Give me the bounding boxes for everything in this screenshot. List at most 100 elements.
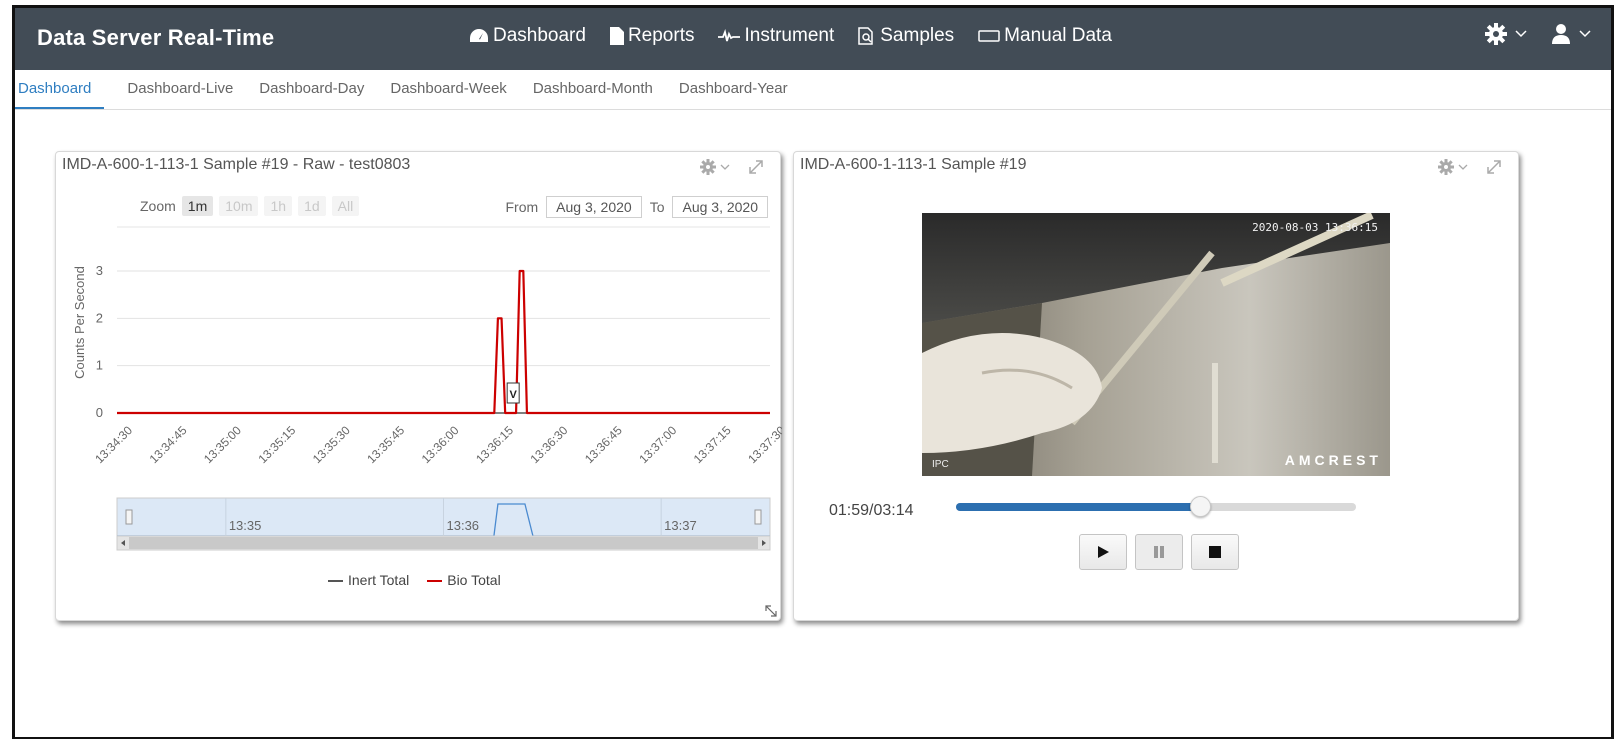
legend-item-inert[interactable]: Inert Total	[328, 572, 409, 588]
zoom-1d-button[interactable]: 1d	[298, 196, 326, 216]
nav-instrument[interactable]: Instrument	[718, 25, 834, 47]
gear-icon[interactable]	[1438, 159, 1468, 175]
user-icon	[1552, 24, 1570, 44]
y-tick-label: 3	[96, 263, 103, 278]
camera-footage-image	[922, 213, 1390, 476]
tab-dashboard-week[interactable]: Dashboard-Week	[377, 70, 519, 109]
zoom-1h-button[interactable]: 1h	[264, 196, 293, 216]
event-flag-label: V	[510, 389, 518, 401]
user-dropdown[interactable]	[1551, 23, 1591, 45]
video-player-frame[interactable]: 2020-08-03 13:36:15 IPC AMCREST	[922, 213, 1390, 476]
x-tick-label: 13:35:00	[201, 423, 244, 466]
video-controls	[1079, 534, 1239, 570]
gear-icon[interactable]	[700, 159, 730, 175]
navbar-right	[1485, 23, 1591, 45]
expand-icon[interactable]	[748, 159, 764, 175]
line-chart: 0 1 2 3 Counts Per Second 13:34:30 13:34:45 13:…	[72, 226, 782, 551]
resize-handle-icon[interactable]	[764, 604, 778, 618]
tab-dashboard-live[interactable]: Dashboard-Live	[114, 70, 246, 109]
gear-icon	[1485, 23, 1507, 45]
series-line-bio	[117, 269, 770, 415]
nav-samples[interactable]: Samples	[858, 25, 954, 47]
navigator-label: 13:36	[447, 518, 480, 533]
tab-dashboard-day[interactable]: Dashboard-Day	[246, 70, 377, 109]
video-seek-progress	[956, 503, 1200, 511]
expand-icon[interactable]	[1486, 159, 1502, 175]
dashboard-gauge-icon	[470, 29, 488, 42]
x-tick-label: 13:36:00	[419, 423, 462, 466]
tab-dashboard-month[interactable]: Dashboard-Month	[520, 70, 666, 109]
legend-label-bio: Bio Total	[447, 572, 501, 588]
top-navbar: Data Server Real-Time Dashboard Reports …	[15, 8, 1611, 70]
app-frame: Data Server Real-Time Dashboard Reports …	[12, 5, 1614, 739]
tab-dashboard-year[interactable]: Dashboard-Year	[666, 70, 801, 109]
app-title: Data Server Real-Time	[37, 25, 275, 50]
nav-manual-data-label: Manual Data	[1004, 25, 1112, 46]
nav-dashboard[interactable]: Dashboard	[469, 25, 586, 47]
chart-legend: Inert Total Bio Total	[328, 572, 501, 588]
x-tick-label: 13:37:30	[745, 423, 782, 466]
x-tick-label: 13:36:15	[473, 423, 516, 466]
tab-dashboard[interactable]: Dashboard	[15, 70, 105, 109]
chart-widget-title: IMD-A-600-1-113-1 Sample #19 - Raw - tes…	[62, 156, 411, 173]
x-tick-label: 13:37:00	[636, 423, 679, 466]
x-tick-label: 13:36:45	[582, 423, 625, 466]
video-ipc-overlay: IPC	[932, 459, 949, 470]
y-axis-label: Counts Per Second	[72, 266, 87, 379]
zoom-1m-button[interactable]: 1m	[181, 196, 214, 216]
y-tick-label: 2	[96, 310, 103, 325]
nav-instrument-label: Instrument	[744, 25, 835, 46]
chart-widget: IMD-A-600-1-113-1 Sample #19 - Raw - tes…	[55, 151, 782, 621]
video-widget-tools	[1438, 159, 1502, 175]
stop-icon	[1209, 546, 1221, 558]
chevron-down-icon	[1515, 30, 1527, 38]
to-date-input[interactable]: Aug 3, 2020	[672, 196, 768, 218]
video-timecode: 01:59/03:14	[829, 502, 914, 519]
video-widget: IMD-A-600-1-113-1 Sample #19 2020-08-03 …	[793, 151, 1519, 621]
navigator-label: 13:37	[664, 518, 697, 533]
nav-reports-label: Reports	[627, 25, 695, 46]
zoom-all-button[interactable]: All	[331, 196, 360, 216]
legend-label-inert: Inert Total	[348, 572, 410, 588]
from-label: From	[505, 199, 539, 215]
x-tick-label: 13:35:45	[364, 423, 407, 466]
y-tick-label: 1	[96, 358, 103, 373]
keyboard-icon	[978, 30, 1000, 42]
from-date-input[interactable]: Aug 3, 2020	[546, 196, 642, 218]
x-tick-label: 13:35:30	[310, 423, 353, 466]
y-tick-label: 0	[96, 405, 103, 420]
nav-dashboard-label: Dashboard	[493, 25, 586, 46]
nav-manual-data[interactable]: Manual Data	[978, 25, 1112, 47]
x-tick-label: 13:34:45	[147, 423, 190, 466]
navigator-handle-left	[125, 509, 133, 525]
legend-item-bio[interactable]: Bio Total	[427, 572, 501, 588]
settings-dropdown[interactable]	[1485, 23, 1527, 45]
date-range: From Aug 3, 2020 To Aug 3, 2020	[505, 196, 768, 218]
navigator-handle-right	[754, 509, 762, 525]
pulse-icon	[718, 29, 741, 42]
x-tick-label: 13:34:30	[92, 423, 135, 466]
video-seek-slider[interactable]	[956, 496, 1356, 517]
main-nav: Dashboard Reports Instrument Samples Man…	[469, 25, 1112, 47]
dashboard-tabs: Dashboard Dashboard-Live Dashboard-Day D…	[15, 70, 1611, 110]
x-tick-label: 13:36:30	[528, 423, 571, 466]
x-tick-label: 13:37:15	[691, 423, 734, 466]
pause-icon	[1154, 546, 1164, 558]
pause-button[interactable]	[1135, 534, 1183, 570]
camera-brand-watermark: AMCREST	[1284, 452, 1382, 468]
zoom-label: Zoom	[140, 198, 176, 214]
video-widget-title: IMD-A-600-1-113-1 Sample #19	[800, 156, 1027, 173]
play-icon	[1098, 546, 1109, 558]
navigator-label: 13:35	[229, 518, 262, 533]
video-seek-handle[interactable]	[1190, 496, 1211, 517]
chart-widget-tools	[700, 159, 764, 175]
document-icon	[609, 27, 624, 45]
to-label: To	[649, 199, 665, 215]
play-button[interactable]	[1079, 534, 1127, 570]
legend-swatch-inert	[328, 580, 343, 583]
stop-button[interactable]	[1191, 534, 1239, 570]
zoom-10m-button[interactable]: 10m	[219, 196, 259, 216]
zoom-selector: Zoom 1m 10m 1h 1d All	[140, 196, 360, 216]
nav-reports[interactable]: Reports	[609, 25, 695, 47]
x-tick-label: 13:35:15	[255, 423, 298, 466]
